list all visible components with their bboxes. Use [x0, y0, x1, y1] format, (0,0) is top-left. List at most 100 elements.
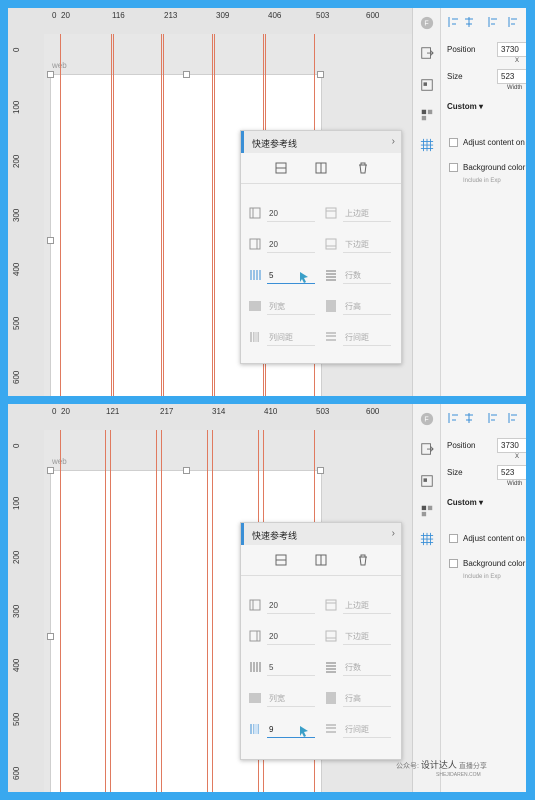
trash-icon[interactable] [357, 162, 369, 174]
size-row: 列宽 行高 [249, 296, 399, 318]
guide-line[interactable] [207, 430, 208, 792]
position-label: Position [447, 441, 476, 450]
horizontal-guide-icon[interactable] [275, 554, 287, 566]
ruler-tick: 410 [264, 407, 278, 416]
adjust-checkbox[interactable] [449, 534, 458, 543]
column-count-input[interactable]: 5 [267, 660, 315, 676]
component-icon[interactable] [419, 108, 435, 122]
resize-handle[interactable] [47, 467, 54, 474]
guide-line[interactable] [111, 34, 112, 396]
background-checkbox[interactable] [449, 163, 458, 172]
guide-line[interactable] [163, 34, 164, 396]
background-checkbox[interactable] [449, 559, 458, 568]
resize-handle[interactable] [47, 237, 54, 244]
guide-line[interactable] [161, 430, 162, 792]
vertical-ruler[interactable]: 0 100 200 300 400 500 600 [8, 430, 45, 792]
resize-handle[interactable] [47, 633, 54, 640]
right-margin-input[interactable]: 20 [267, 237, 315, 253]
ruler-tick: 0 [12, 47, 21, 52]
adjust-label: Adjust content on [463, 138, 525, 147]
vertical-ruler[interactable]: 0 100 200 300 400 500 600 [8, 34, 45, 396]
ruler-tick: 213 [164, 11, 178, 20]
layers-icon[interactable] [419, 474, 435, 488]
left-margin-input[interactable]: 20 [267, 598, 315, 614]
vertical-guide-icon[interactable] [315, 554, 327, 566]
grid-icon[interactable] [419, 532, 435, 546]
popup-title: 快速参考线 [252, 531, 298, 541]
properties-panel: Position 3730 X Size 523 Width Custom ▾ … [440, 404, 526, 792]
guide-line[interactable] [214, 34, 215, 396]
logo-icon[interactable]: F [419, 16, 435, 30]
margin-row-top: 20 上边距 [249, 203, 399, 225]
row-gutter-input[interactable]: 行间距 [343, 722, 391, 738]
align-icons[interactable] [447, 16, 517, 28]
guide-line[interactable] [60, 34, 61, 396]
resize-handle[interactable] [183, 467, 190, 474]
guide-line[interactable] [110, 430, 111, 792]
ruler-tick: 600 [12, 370, 21, 384]
x-label: X [515, 454, 520, 460]
row-gutter-input[interactable]: 行间距 [343, 330, 391, 346]
row-count-input[interactable]: 行数 [343, 660, 391, 676]
top-margin-input[interactable]: 上边距 [343, 598, 391, 614]
layers-icon[interactable] [419, 78, 435, 92]
ruler-tick: 0 [52, 407, 57, 416]
position-input[interactable]: 3730 [497, 438, 526, 453]
watermark-tag: 直播分享 [458, 763, 487, 770]
vertical-guide-icon[interactable] [315, 162, 327, 174]
chevron-right-icon[interactable]: › [392, 528, 395, 539]
row-height-input[interactable]: 行高 [343, 299, 391, 315]
ruler-tick: 600 [366, 407, 380, 416]
row-count-input[interactable]: 行数 [343, 268, 391, 284]
component-icon[interactable] [419, 504, 435, 518]
row-height-input[interactable]: 行高 [343, 691, 391, 707]
ruler-tick: 400 [12, 658, 21, 672]
bottom-margin-input[interactable]: 下边距 [343, 237, 391, 253]
guide-line[interactable] [113, 34, 114, 396]
right-margin-input[interactable]: 20 [267, 629, 315, 645]
column-width-input[interactable]: 列宽 [267, 691, 315, 707]
export-icon[interactable] [419, 442, 435, 456]
resize-handle[interactable] [317, 467, 324, 474]
logo-icon[interactable]: F [419, 412, 435, 426]
rows-icon [326, 662, 336, 673]
guide-line[interactable] [212, 34, 213, 396]
size-input[interactable]: 523 [497, 465, 526, 480]
popup-header: 快速参考线 › [241, 131, 401, 153]
guide-line[interactable] [161, 34, 162, 396]
bottom-margin-input[interactable]: 下边距 [343, 629, 391, 645]
resize-handle[interactable] [47, 71, 54, 78]
column-width-input[interactable]: 列宽 [267, 299, 315, 315]
ruler-tick: 400 [12, 262, 21, 276]
adjust-checkbox[interactable] [449, 138, 458, 147]
size-row: 列宽 行高 [249, 688, 399, 710]
grid-icon[interactable] [419, 138, 435, 152]
chevron-right-icon[interactable]: › [392, 136, 395, 147]
horizontal-ruler[interactable]: 0 20 121 217 314 410 503 600 [44, 404, 412, 431]
ruler-tick: 300 [12, 208, 21, 222]
row-height-icon [326, 300, 336, 312]
watermark: 公众号: 设计达人 直播分享 [396, 758, 487, 771]
custom-dropdown[interactable]: Custom ▾ [447, 102, 483, 111]
top-margin-input[interactable]: 上边距 [343, 206, 391, 222]
ruler-tick: 500 [12, 712, 21, 726]
left-margin-input[interactable]: 20 [267, 206, 315, 222]
column-gutter-input[interactable]: 列间距 [267, 330, 315, 346]
export-icon[interactable] [419, 46, 435, 60]
trash-icon[interactable] [357, 554, 369, 566]
resize-handle[interactable] [317, 71, 324, 78]
background-label: Background color [463, 163, 526, 172]
guide-line[interactable] [60, 430, 61, 792]
svg-text:F: F [424, 21, 428, 28]
watermark-text: 公众号: [396, 763, 419, 770]
guide-line[interactable] [105, 430, 106, 792]
resize-handle[interactable] [183, 71, 190, 78]
guide-line[interactable] [212, 430, 213, 792]
position-input[interactable]: 3730 [497, 42, 526, 57]
align-icons[interactable] [447, 412, 517, 424]
size-input[interactable]: 523 [497, 69, 526, 84]
horizontal-guide-icon[interactable] [275, 162, 287, 174]
horizontal-ruler[interactable]: 0 20 116 213 309 406 503 600 [44, 8, 412, 35]
guide-line[interactable] [156, 430, 157, 792]
custom-dropdown[interactable]: Custom ▾ [447, 498, 483, 507]
